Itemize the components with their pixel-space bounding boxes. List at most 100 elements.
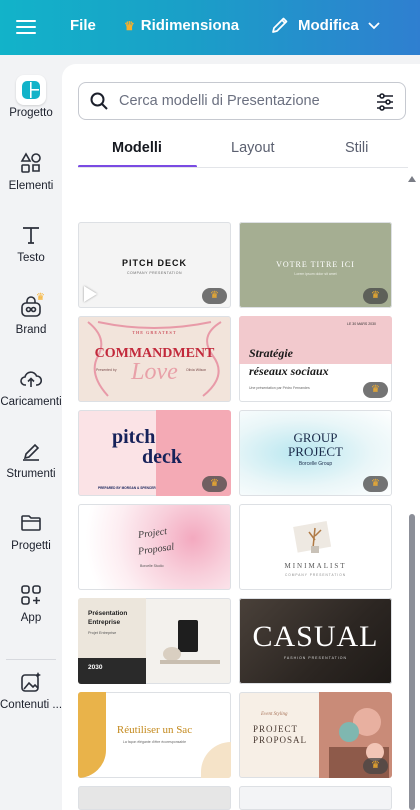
card-title: MINIMALIST [284, 562, 347, 570]
sidebar-item-label: Brand [15, 324, 47, 336]
tab-modelli[interactable]: Modelli [112, 140, 162, 156]
chevron-down-icon [368, 22, 380, 30]
template-card-strategie[interactable]: LE 30 MARS 2030 Stratégie réseaux sociau… [239, 316, 392, 402]
crown-icon: ♛ [36, 292, 45, 303]
card-title: Stratégie [249, 346, 293, 360]
template-card-pitch-deck[interactable]: PITCH DECK COMPANY PRESENTATION ♛ [78, 222, 231, 308]
sidebar-item-label: App [20, 612, 42, 624]
crown-icon: ♛ [371, 384, 380, 395]
left-sidebar: Progetto Elementi Testo ♛ Brand Caricame… [0, 55, 62, 810]
premium-badge: ♛ [202, 288, 227, 304]
canva-logo-icon [16, 75, 46, 105]
sidebar-item-label: Progetti [11, 540, 51, 552]
card-title-line2: réseaux sociaux [249, 364, 329, 378]
sidebar-item-contenuti[interactable]: Contenuti ... [0, 667, 62, 711]
apps-grid-icon [21, 585, 41, 605]
sidebar-item-elementi[interactable]: Elementi [0, 148, 62, 192]
resize-button[interactable]: ♛ Ridimensiona [124, 17, 239, 34]
template-card-group-project[interactable]: GROUP PROJECT Borcelle Group ♛ [239, 410, 392, 496]
template-card-project-proposal-watercolor[interactable]: Project Proposal Borcelle Studio [78, 504, 231, 590]
card-kicker: Event Styling [261, 712, 288, 717]
tab-bar: Modelli Layout Stili [78, 134, 408, 174]
card-title: PITCH DECK [121, 258, 187, 268]
template-card-reutiliser-sac[interactable]: Réutiliser un Sac La façon élégante d'êt… [78, 692, 231, 778]
template-card-presentation-entreprise[interactable]: Présentation Entreprise Projet Entrepris… [78, 598, 231, 684]
card-title: Présentation [88, 610, 128, 617]
template-card-pitch-deck-pink[interactable]: pitch deck PREPARED BY MORGAN & SPENCER … [78, 410, 231, 496]
edit-mode-button[interactable]: Modifica [270, 15, 381, 35]
folder-icon [21, 515, 41, 531]
template-card-event-styling[interactable]: Event Styling PROJECT PROPOSAL ♛ [239, 692, 392, 778]
top-toolbar: File ♛ Ridimensiona Modifica [0, 0, 420, 55]
scroll-up-arrow[interactable] [408, 176, 416, 182]
sidebar-item-label: Progetto [9, 107, 53, 119]
card-subtitle: Borcelle Group [298, 461, 333, 467]
card-title-line2: Proposal [137, 541, 175, 558]
magic-media-icon [21, 672, 41, 692]
card-script: Love [131, 359, 178, 385]
sidebar-item-label: Contenuti ... [0, 699, 62, 711]
tab-stili[interactable]: Stili [345, 140, 368, 156]
card-footer: Une présentation par Pédro Fernandes [249, 386, 310, 390]
card-title: VOTRE TITRE ICI [276, 260, 355, 269]
sidebar-item-app[interactable]: App [0, 580, 62, 624]
search-input[interactable] [119, 93, 369, 109]
resize-label: Ridimensiona [140, 17, 240, 34]
card-subtitle: Lorem ipsum dolor sit amet [294, 272, 337, 276]
card-note-right: Olivia Wilson [186, 368, 207, 372]
card-band-dark [78, 658, 146, 684]
pencil-icon [272, 17, 288, 33]
premium-badge: ♛ [363, 758, 388, 774]
edit-mode-label: Modifica [298, 16, 359, 34]
hamburger-menu-icon[interactable] [14, 16, 38, 38]
card-subtitle: COMPANY PRESENTATION [126, 271, 183, 275]
template-card-votre-titre[interactable]: VOTRE TITRE ICI Lorem ipsum dolor sit am… [239, 222, 392, 308]
card-title-line2: Entreprise [88, 619, 121, 626]
filter-sliders-icon[interactable] [375, 92, 395, 112]
templates-panel: Modelli Layout Stili PITCH DECK COMPANY … [62, 64, 420, 810]
sidebar-item-testo[interactable]: Testo [0, 220, 62, 264]
sidebar-item-brand[interactable]: ♛ Brand [0, 292, 62, 336]
template-card-minimalist[interactable]: MINIMALIST COMPANY PRESENTATION [239, 504, 392, 590]
crown-icon: ♛ [124, 18, 135, 33]
file-menu-button[interactable]: File [70, 17, 96, 34]
scrollbar-thumb[interactable] [409, 514, 415, 810]
card-subtitle: La façon élégante d'être écoresponsable [122, 740, 187, 744]
premium-badge: ♛ [363, 288, 388, 304]
crown-icon: ♛ [371, 478, 380, 489]
template-card-partial-left[interactable] [78, 786, 231, 810]
premium-badge: ♛ [202, 476, 227, 492]
card-photo [160, 620, 220, 664]
sidebar-item-caricamenti[interactable]: Caricamenti [0, 364, 62, 408]
draw-tools-icon [23, 443, 40, 461]
card-title: PROJECT [253, 724, 299, 734]
sidebar-item-label: Strumenti [6, 468, 56, 480]
sidebar-item-strumenti[interactable]: Strumenti [0, 436, 62, 480]
crown-icon: ♛ [371, 760, 380, 771]
sidebar-item-label: Testo [17, 252, 45, 264]
sidebar-divider [6, 659, 56, 660]
card-title: CASUAL [252, 620, 379, 653]
template-card-casual[interactable]: CASUAL FASHION PRESENTATION [239, 598, 392, 684]
card-footer: PREPARED BY MORGAN & SPENCER [98, 486, 156, 490]
card-title: Réutiliser un Sac [116, 724, 193, 736]
card-photo [293, 521, 332, 553]
card-year: 2030 [88, 664, 103, 671]
card-subtitle: Projet Entreprise [88, 631, 117, 635]
tab-layout[interactable]: Layout [231, 140, 275, 156]
play-icon [84, 286, 97, 302]
shapes-icon [20, 152, 41, 173]
premium-badge: ♛ [363, 382, 388, 398]
sidebar-item-progetto[interactable]: Progetto [0, 75, 62, 119]
sidebar-item-progetti[interactable]: Progetti [0, 508, 62, 552]
text-icon [23, 227, 39, 244]
search-icon [90, 92, 108, 110]
premium-badge: ♛ [363, 476, 388, 492]
card-title: Project [137, 526, 168, 541]
template-card-commandment[interactable]: THE GREATEST COMMANDMENT Love Presented … [78, 316, 231, 402]
search-box[interactable] [78, 82, 406, 120]
template-card-partial-right[interactable] [239, 786, 392, 810]
sidebar-item-label: Caricamenti [0, 396, 62, 408]
card-title-line2: PROJECT [288, 444, 343, 459]
card-title-line2: deck [142, 446, 182, 468]
